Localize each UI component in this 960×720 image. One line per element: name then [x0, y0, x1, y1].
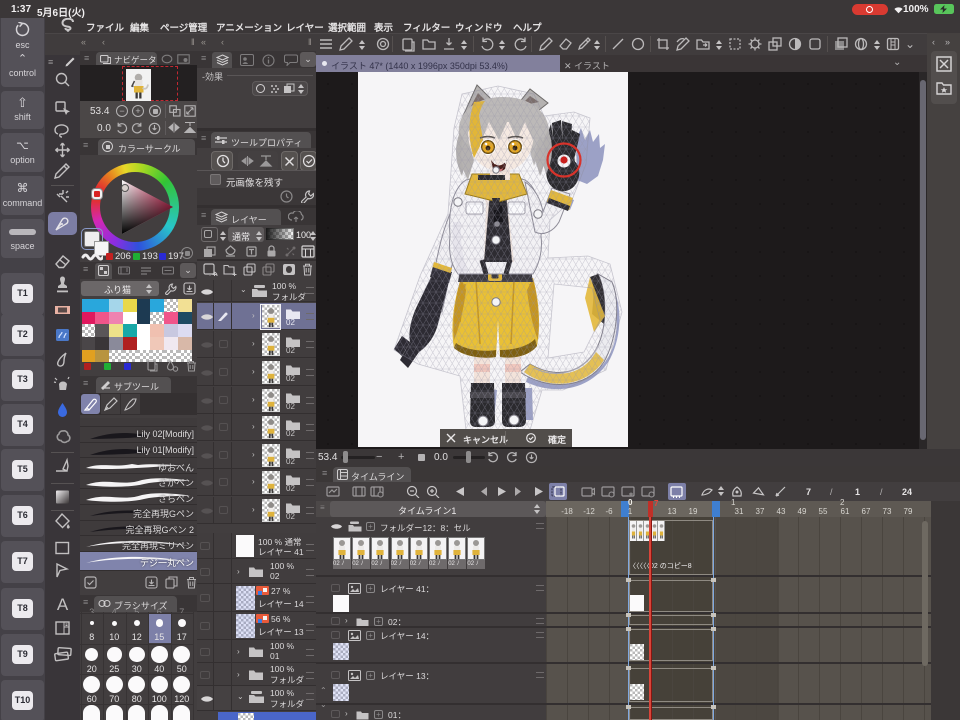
svg-text:A: A	[57, 595, 69, 613]
